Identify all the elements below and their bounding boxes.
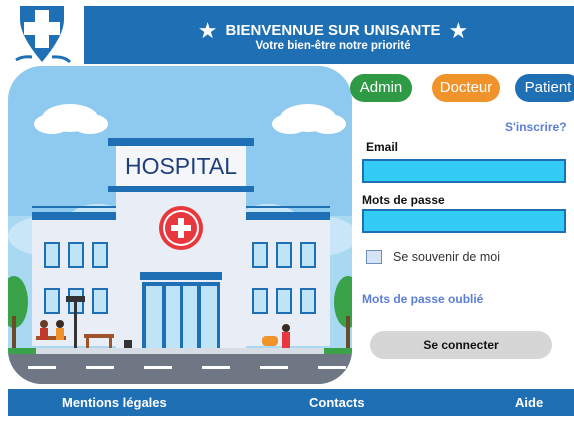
admin-role-button[interactable]: Admin (350, 74, 412, 102)
medical-pin-logo-icon (15, 6, 72, 64)
header-bar: ★ BIENVENNUE SUR UNISANTE ★ Votre bien-êtr… (8, 6, 574, 64)
header-title: BIENVENNUE SUR UNISANTE (225, 22, 441, 39)
doctor-role-button[interactable]: Docteur (432, 74, 500, 102)
login-page: ★ BIENVENNUE SUR UNISANTE ★ Votre bien-êtr… (0, 0, 574, 424)
contacts-link[interactable]: Contacts (309, 395, 365, 410)
legal-notice-link[interactable]: Mentions légales (62, 395, 167, 410)
password-label: Mots de passe (362, 193, 445, 207)
remember-me-checkbox[interactable] (366, 250, 382, 264)
footer-bar: Mentions légales Contacts Aide (8, 389, 574, 416)
email-field[interactable] (362, 159, 566, 183)
patient-role-button[interactable]: Patient (515, 74, 574, 102)
logo (0, 0, 84, 64)
header-subtitle: Votre bien-être notre priorité (255, 40, 411, 52)
forgot-password-link[interactable]: Mots de passe oublié (362, 292, 483, 306)
signup-link[interactable]: S'inscrire? (505, 120, 567, 134)
login-button[interactable]: Se connecter (370, 331, 552, 359)
email-label: Email (366, 140, 399, 154)
help-link[interactable]: Aide (515, 395, 543, 410)
hospital-sign: HOSPITAL (125, 153, 237, 179)
remember-me-label: Se souvenir de moi (393, 250, 501, 264)
password-field[interactable] (362, 209, 566, 233)
hospital-illustration: HOSPITAL (8, 66, 352, 389)
